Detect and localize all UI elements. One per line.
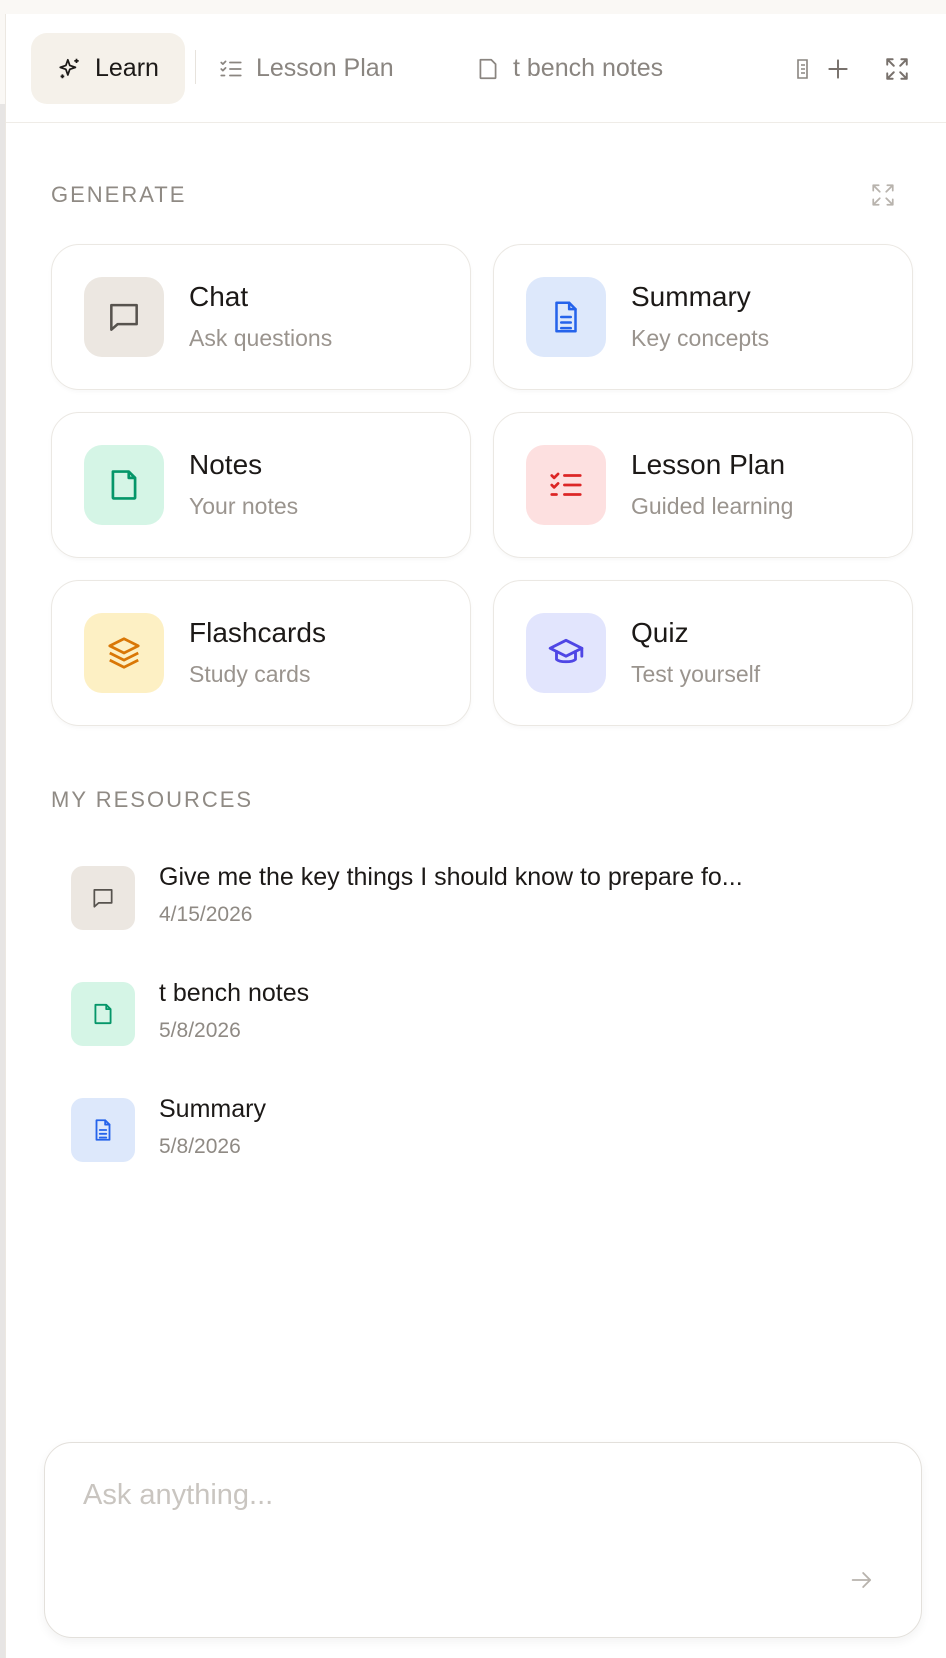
resource-item[interactable]: t bench notes 5/8/2026 — [71, 979, 891, 1049]
generate-card-lesson-plan[interactable]: Lesson Plan Guided learning — [493, 412, 913, 558]
layers-icon — [84, 613, 164, 693]
tab-learn[interactable]: Learn — [31, 33, 185, 104]
generate-card-quiz[interactable]: Quiz Test yourself — [493, 580, 913, 726]
card-subtitle: Test yourself — [631, 661, 761, 687]
fullscreen-icon[interactable] — [880, 52, 914, 86]
card-subtitle: Your notes — [189, 493, 299, 519]
note-icon — [475, 56, 501, 82]
resource-item[interactable]: Give me the key things I should know to … — [71, 863, 891, 933]
send-arrow-icon[interactable] — [845, 1563, 879, 1597]
list-check-icon — [218, 56, 244, 82]
resource-item[interactable]: Summary 5/8/2026 — [71, 1095, 891, 1165]
card-subtitle: Guided learning — [631, 493, 794, 519]
generate-card-summary[interactable]: Summary Key concepts — [493, 244, 913, 390]
expand-icon[interactable] — [868, 180, 898, 210]
generate-card-notes[interactable]: Notes Your notes — [51, 412, 471, 558]
note-icon — [71, 982, 135, 1046]
resource-date: 5/8/2026 — [159, 1135, 241, 1158]
card-title: Quiz — [631, 617, 689, 648]
card-title: Chat — [189, 281, 249, 312]
graduation-cap-icon — [526, 613, 606, 693]
resource-date: 4/15/2026 — [159, 903, 253, 926]
tab-label: t bench notes — [513, 54, 664, 82]
card-title: Summary — [631, 281, 751, 312]
tab-bar: Learn Lesson Plan t bench notes — [6, 14, 946, 123]
card-subtitle: Study cards — [189, 661, 311, 687]
learn-panel: Learn Lesson Plan t bench notes GENERATE… — [5, 14, 946, 1658]
card-title: Notes — [189, 449, 263, 480]
card-subtitle: Key concepts — [631, 325, 770, 351]
ask-composer — [44, 1442, 922, 1638]
add-tab-icon[interactable] — [821, 52, 855, 86]
overflow-tab-icon[interactable] — [792, 54, 812, 84]
sparkles-icon — [57, 56, 83, 82]
chat-bubble-icon — [71, 866, 135, 930]
resource-title: Give me the key things I should know to … — [159, 863, 743, 891]
generate-card-chat[interactable]: Chat Ask questions — [51, 244, 471, 390]
resource-title: t bench notes — [159, 979, 310, 1007]
tab-t-bench-notes[interactable]: t bench notes — [475, 33, 663, 104]
tab-label: Learn — [95, 54, 159, 82]
generate-heading: GENERATE — [51, 182, 187, 207]
resource-title: Summary — [159, 1095, 266, 1123]
document-icon — [526, 277, 606, 357]
tab-divider — [195, 50, 196, 84]
my-resources-heading: MY RESOURCES — [51, 787, 254, 812]
tab-lesson-plan[interactable]: Lesson Plan — [218, 33, 394, 104]
resource-date: 5/8/2026 — [159, 1019, 241, 1042]
chat-bubble-icon — [84, 277, 164, 357]
tab-label: Lesson Plan — [256, 54, 394, 82]
document-icon — [71, 1098, 135, 1162]
ask-input[interactable] — [83, 1479, 843, 1539]
card-title: Flashcards — [189, 617, 326, 648]
card-title: Lesson Plan — [631, 449, 786, 480]
card-subtitle: Ask questions — [189, 325, 333, 351]
list-check-icon — [526, 445, 606, 525]
generate-card-flashcards[interactable]: Flashcards Study cards — [51, 580, 471, 726]
note-icon — [84, 445, 164, 525]
